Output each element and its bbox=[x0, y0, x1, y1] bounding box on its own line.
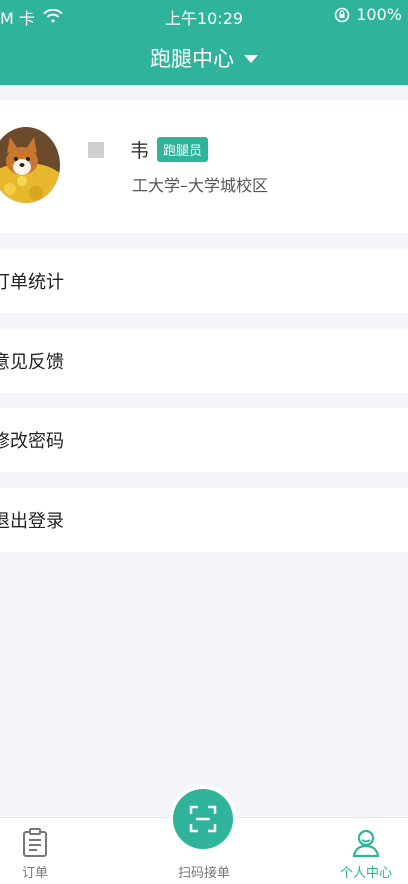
profile-card: 韦 跑腿员 工大学–大学城校区 bbox=[0, 100, 408, 233]
scan-icon bbox=[189, 805, 217, 833]
name-redacted-block bbox=[88, 141, 104, 158]
menu-item-label: 订单统计 bbox=[0, 272, 64, 293]
role-badge: 跑腿员 bbox=[157, 137, 209, 162]
scan-button-label: 扫码接单 bbox=[177, 866, 230, 881]
menu-item-label: 修改密码 bbox=[0, 431, 64, 452]
center-title-dropdown[interactable]: 跑腿中心 bbox=[0, 40, 408, 76]
person-icon bbox=[352, 829, 380, 858]
tab-profile-label: 个人中心 bbox=[340, 866, 393, 881]
menu-item-change-password[interactable]: 修改密码 bbox=[0, 408, 408, 472]
clipboard-icon bbox=[23, 828, 47, 857]
name-row: 韦 跑腿员 bbox=[88, 136, 209, 163]
battery-text: 100% bbox=[356, 5, 402, 24]
tab-orders-label: 订单 bbox=[22, 866, 49, 881]
menu-item-feedback[interactable]: 意见反馈 bbox=[0, 329, 408, 393]
top-bar: M 卡 上午10:29 100% 跑腿中心 bbox=[0, 0, 408, 85]
tab-profile[interactable]: 个人中心 bbox=[340, 828, 392, 881]
avatar-corgi-image bbox=[0, 127, 60, 203]
menu-item-label: 意见反馈 bbox=[0, 352, 64, 373]
scan-button[interactable] bbox=[173, 789, 233, 849]
menu-item-logout[interactable]: 退出登录 bbox=[0, 488, 408, 552]
menu-item-order-stats[interactable]: 订单统计 bbox=[0, 249, 408, 313]
avatar[interactable] bbox=[0, 127, 60, 203]
status-bar: M 卡 上午10:29 100% bbox=[0, 0, 408, 30]
rotation-lock-icon bbox=[334, 7, 350, 22]
page-title: 跑腿中心 bbox=[150, 47, 234, 71]
caret-down-icon bbox=[244, 55, 258, 63]
tab-orders[interactable]: 订单 bbox=[22, 828, 48, 881]
campus-text: 工大学–大学城校区 bbox=[132, 176, 269, 195]
status-right: 100% bbox=[334, 5, 402, 24]
user-name: 韦 bbox=[130, 140, 150, 162]
menu-item-label: 退出登录 bbox=[0, 511, 64, 532]
